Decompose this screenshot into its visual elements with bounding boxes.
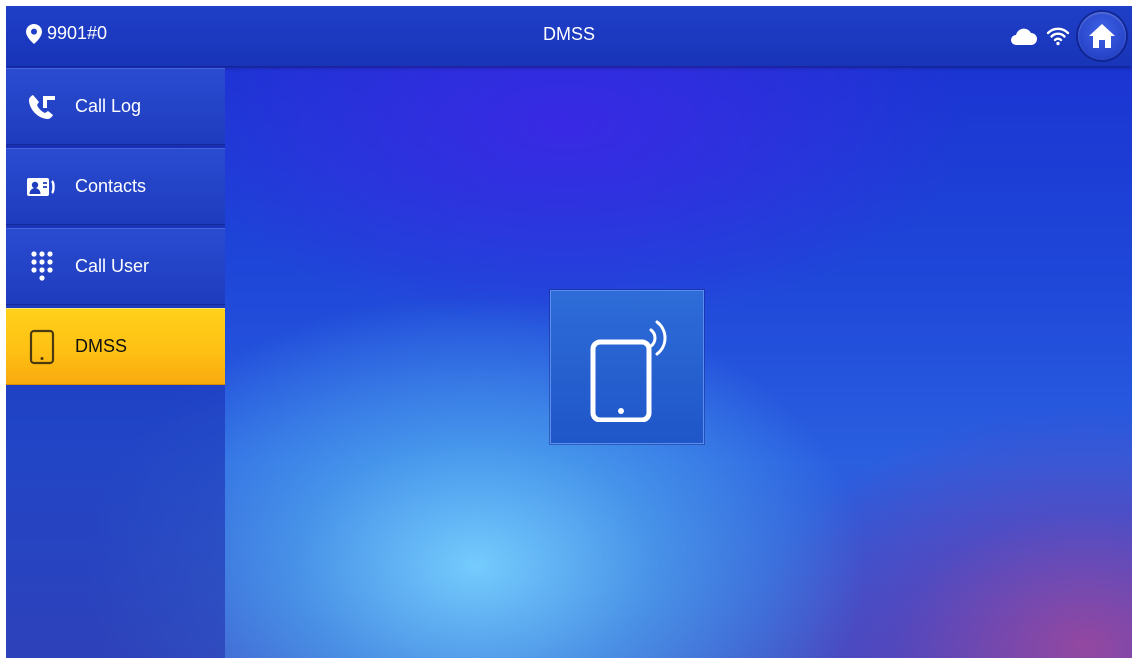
home-button[interactable] <box>1078 12 1126 60</box>
tablet-icon <box>23 328 61 366</box>
dialpad-icon <box>23 248 61 286</box>
page-title: DMSS <box>542 24 595 44</box>
cloud-icon <box>1008 26 1038 46</box>
home-icon <box>1089 24 1115 48</box>
wifi-icon <box>1046 26 1070 46</box>
tablet-wireless-icon <box>590 320 667 422</box>
top-bar: 9901#0 DMSS <box>6 6 1132 66</box>
sidebar: Call Log Contacts Call User DMSS <box>6 68 225 658</box>
sidebar-item-contacts[interactable]: Contacts <box>6 148 225 225</box>
dmss-tile[interactable] <box>550 290 704 444</box>
sidebar-item-label: DMSS <box>75 336 128 356</box>
sidebar-item-label: Contacts <box>75 176 147 196</box>
sidebar-item-dmss[interactable]: DMSS <box>6 308 225 385</box>
sidebar-item-call-log[interactable]: Call Log <box>6 68 225 145</box>
screen: 9901#0 DMSS Call Log Contacts Call User … <box>6 6 1132 658</box>
contacts-icon <box>23 168 61 206</box>
sidebar-item-label: Call Log <box>75 96 142 116</box>
sidebar-item-call-user[interactable]: Call User <box>6 228 225 305</box>
call-log-icon <box>23 88 61 126</box>
status-icons <box>1008 12 1126 60</box>
sidebar-item-label: Call User <box>75 256 150 276</box>
